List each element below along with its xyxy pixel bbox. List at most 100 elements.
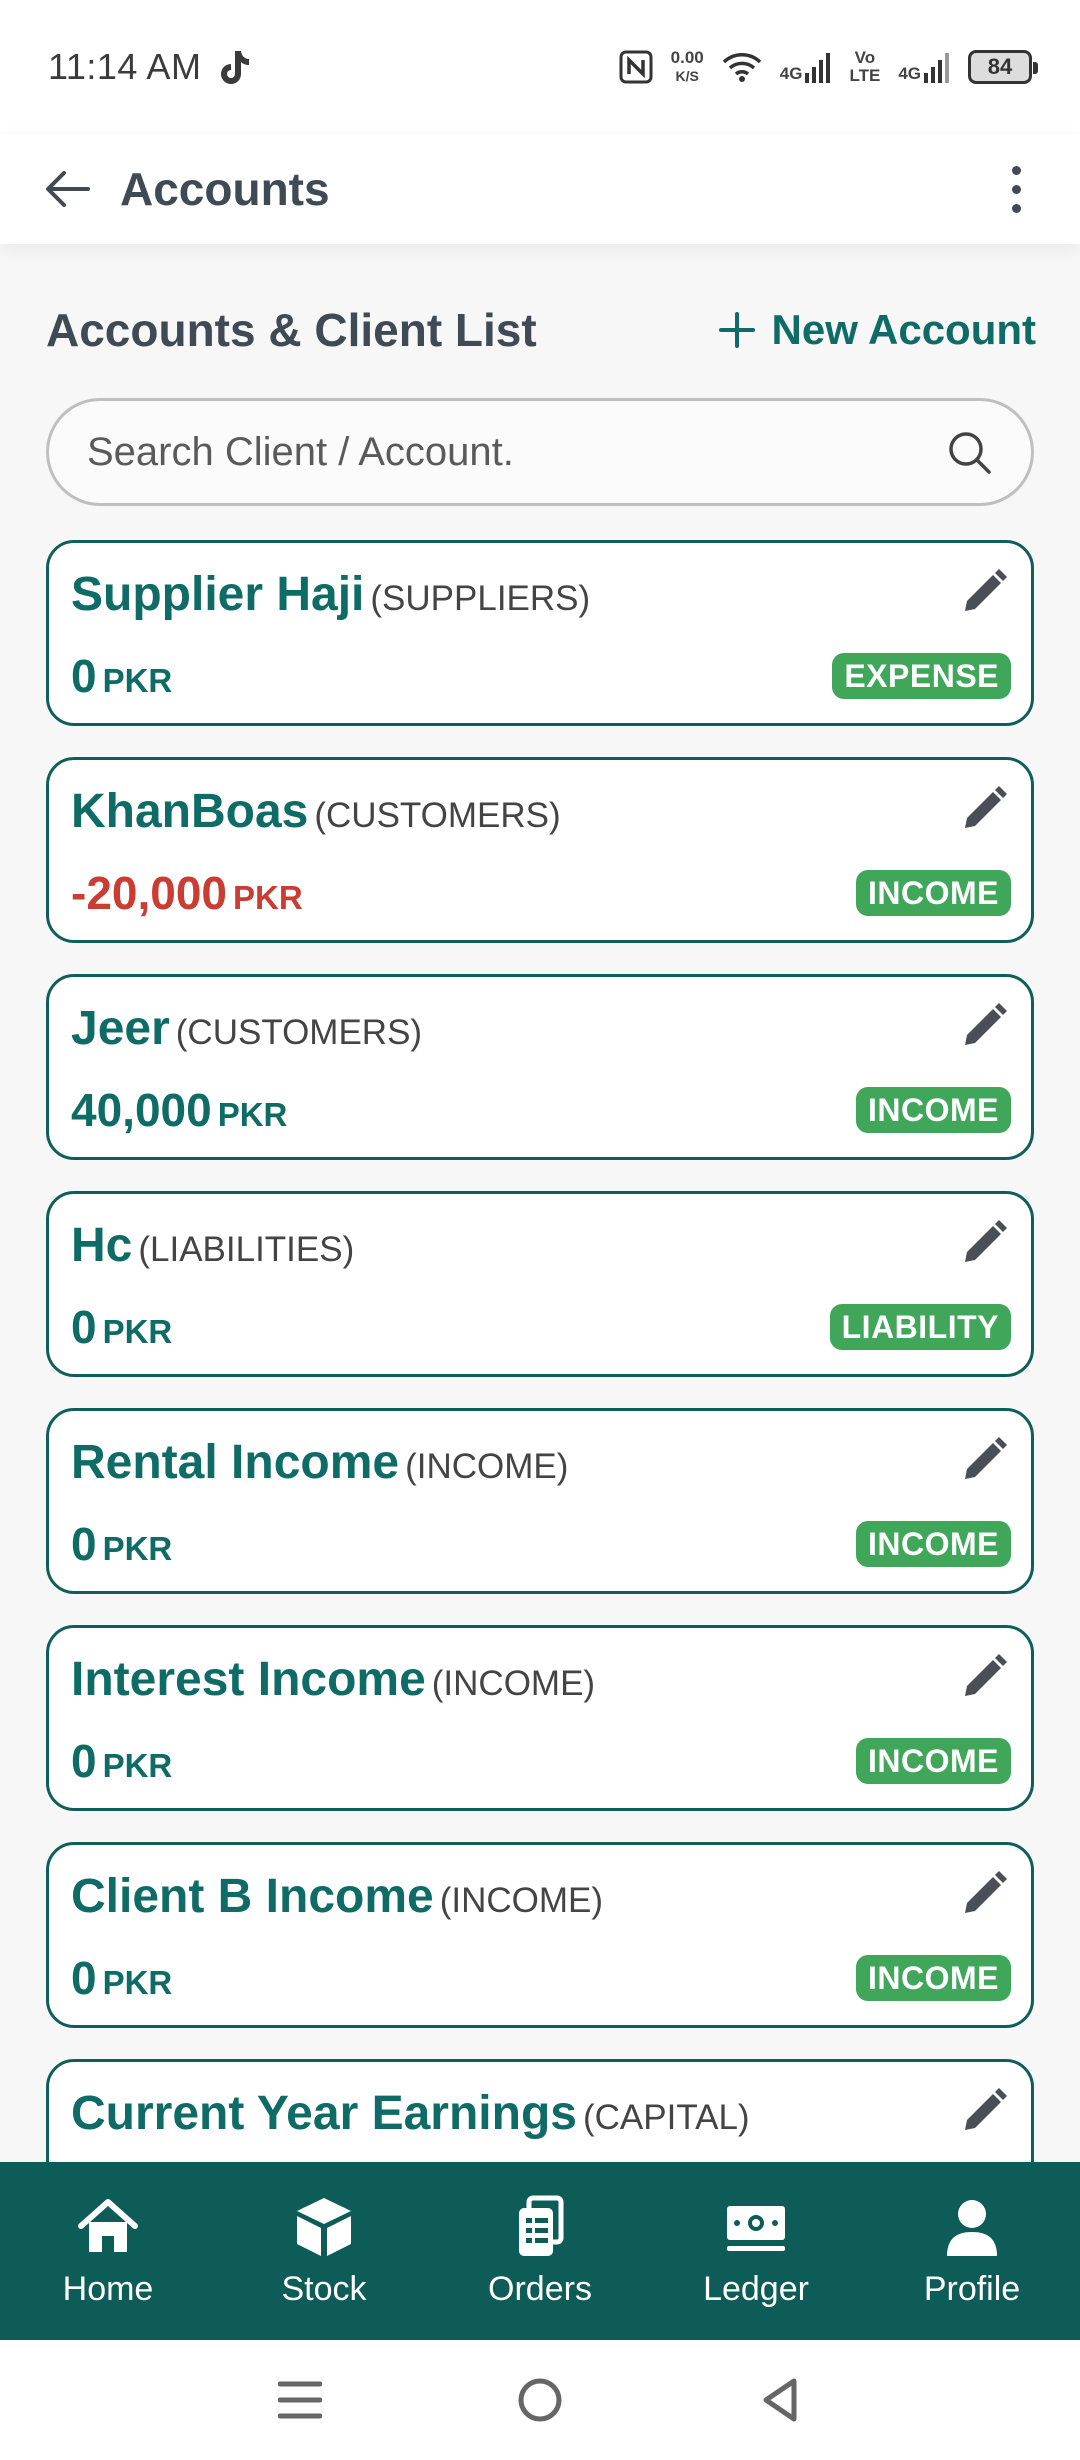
- account-name: Client B Income: [71, 1870, 434, 1923]
- battery-indicator: 84: [968, 50, 1038, 84]
- nav-label: Stock: [281, 2269, 367, 2308]
- signal-bars-icon: [924, 53, 949, 83]
- triangle-back-icon: [763, 2378, 797, 2422]
- home-button[interactable]: [510, 2370, 570, 2430]
- account-balance: 40,000 PKR: [71, 1083, 287, 1137]
- account-title: Jeer (CUSTOMERS): [71, 1001, 422, 1056]
- edit-pencil-icon[interactable]: [955, 565, 1011, 621]
- account-balance: 0 PKR: [71, 1517, 172, 1571]
- net-speed-value: 0.00: [670, 48, 704, 67]
- page-title: Accounts: [120, 163, 330, 215]
- clipboard-icon: [519, 2195, 564, 2256]
- account-name: Jeer: [71, 1002, 170, 1055]
- back-arrow-icon[interactable]: [44, 165, 92, 213]
- tiktok-icon: [221, 51, 250, 84]
- balance-amount: -20,000: [71, 867, 228, 919]
- nav-item-ledger[interactable]: Ledger: [648, 2162, 864, 2340]
- edit-pencil-icon[interactable]: [955, 1650, 1011, 1706]
- account-balance: 0 PKR: [71, 1734, 172, 1788]
- edit-pencil-icon[interactable]: [955, 2084, 1011, 2140]
- nav-item-profile[interactable]: Profile: [864, 2162, 1080, 2340]
- circle-home-icon: [518, 2378, 562, 2422]
- box-icon: [297, 2197, 351, 2256]
- account-card[interactable]: Hc (LIABILITIES) 0 PKR LIABILITY: [46, 1191, 1034, 1377]
- signal-1: 4G: [780, 51, 832, 83]
- account-group: (SUPPLIERS): [370, 579, 591, 618]
- overflow-menu-icon[interactable]: [996, 159, 1036, 219]
- search-input[interactable]: [87, 429, 945, 475]
- section-title: Accounts & Client List: [46, 304, 537, 356]
- edit-pencil-icon[interactable]: [955, 1216, 1011, 1272]
- screen: 11:14 AM 0.00 K/S 4G Vo LTE 4G 84 Accoun…: [0, 0, 1080, 2460]
- nav-label: Orders: [488, 2269, 592, 2308]
- account-card[interactable]: Client B Income (INCOME) 0 PKR INCOME: [46, 1842, 1034, 2028]
- signal-2-label: 4G: [898, 64, 921, 83]
- edit-pencil-icon[interactable]: [955, 1867, 1011, 1923]
- balance-amount: 0: [71, 650, 97, 702]
- account-group: (INCOME): [431, 1664, 596, 1703]
- status-time: 11:14 AM: [48, 46, 202, 87]
- account-card[interactable]: KhanBoas (CUSTOMERS) -20,000 PKR INCOME: [46, 757, 1034, 943]
- app-bar: Accounts: [0, 134, 1080, 244]
- balance-currency: PKR: [217, 1096, 288, 1133]
- net-speed-unit: K/S: [675, 68, 699, 84]
- account-name: Current Year Earnings: [71, 2087, 577, 2140]
- nav-item-home[interactable]: Home: [0, 2162, 216, 2340]
- plus-icon: [718, 312, 755, 348]
- nav-label: Profile: [923, 2269, 1021, 2308]
- account-card[interactable]: Supplier Haji (SUPPLIERS) 0 PKR EXPENSE: [46, 540, 1034, 726]
- balance-amount: 0: [71, 1518, 97, 1570]
- account-card[interactable]: Jeer (CUSTOMERS) 40,000 PKR INCOME: [46, 974, 1034, 1160]
- signal-1-label: 4G: [779, 64, 803, 83]
- account-name: Interest Income: [71, 1653, 426, 1706]
- bottom-nav: Home Stock Orders Ledger Profile: [0, 2162, 1080, 2340]
- account-group: (CUSTOMERS): [314, 796, 561, 835]
- recents-button[interactable]: [270, 2370, 330, 2430]
- status-icons: 0.00 K/S 4G Vo LTE 4G 84: [619, 48, 1038, 85]
- nfc-icon: [619, 50, 653, 84]
- volte-bottom: LTE: [849, 66, 881, 85]
- nav-item-stock[interactable]: Stock: [216, 2162, 432, 2340]
- status-bar: 11:14 AM 0.00 K/S 4G Vo LTE 4G 84: [0, 0, 1080, 134]
- new-account-button[interactable]: New Account: [718, 306, 1036, 354]
- nav-item-orders[interactable]: Orders: [432, 2162, 648, 2340]
- edit-pencil-icon[interactable]: [955, 1433, 1011, 1489]
- menu-lines-icon: [278, 2381, 322, 2419]
- person-icon: [947, 2199, 997, 2256]
- account-title: Rental Income (INCOME): [71, 1435, 568, 1490]
- account-type-badge: INCOME: [856, 1087, 1011, 1133]
- account-title: Supplier Haji (SUPPLIERS): [71, 567, 590, 622]
- account-name: KhanBoas: [71, 785, 309, 838]
- new-account-label: New Account: [771, 306, 1036, 353]
- account-type-badge: INCOME: [856, 1521, 1011, 1567]
- balance-currency: PKR: [102, 1530, 173, 1567]
- search-icon[interactable]: [945, 428, 993, 476]
- balance-amount: 0: [71, 1952, 97, 2004]
- volte-indicator: Vo LTE: [849, 49, 880, 85]
- home-icon: [78, 2198, 138, 2252]
- balance-amount: 0: [71, 1735, 97, 1787]
- account-title: Client B Income (INCOME): [71, 1869, 603, 1924]
- signal-bars-icon: [805, 53, 831, 83]
- account-card[interactable]: Rental Income (INCOME) 0 PKR INCOME: [46, 1408, 1034, 1594]
- account-name: Hc: [71, 1219, 133, 1272]
- account-balance: -20,000 PKR: [71, 866, 303, 920]
- signal-2: 4G: [898, 51, 950, 83]
- volte-top: Vo: [854, 48, 876, 67]
- edit-pencil-icon[interactable]: [955, 999, 1011, 1055]
- nav-label: Ledger: [703, 2269, 809, 2308]
- account-group: (CAPITAL): [582, 2098, 750, 2137]
- back-button[interactable]: [750, 2370, 810, 2430]
- account-group: (INCOME): [439, 1881, 604, 1920]
- system-nav-bar: [0, 2340, 1080, 2460]
- account-title: KhanBoas (CUSTOMERS): [71, 784, 561, 839]
- balance-currency: PKR: [102, 662, 173, 699]
- balance-amount: 40,000: [71, 1084, 212, 1136]
- account-title: Current Year Earnings (CAPITAL): [71, 2086, 750, 2141]
- account-type-badge: INCOME: [856, 870, 1011, 916]
- balance-amount: 0: [71, 1301, 97, 1353]
- account-card[interactable]: Interest Income (INCOME) 0 PKR INCOME: [46, 1625, 1034, 1811]
- search-bar: [46, 398, 1034, 506]
- edit-pencil-icon[interactable]: [955, 782, 1011, 838]
- account-balance: 0 PKR: [71, 1951, 172, 2005]
